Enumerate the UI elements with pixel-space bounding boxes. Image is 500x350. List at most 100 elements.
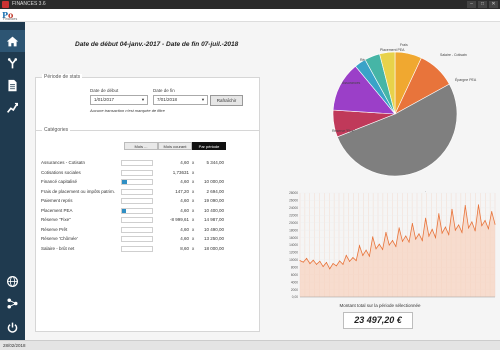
data-point[interactable] bbox=[325, 261, 327, 263]
data-point[interactable] bbox=[438, 213, 440, 215]
chevron-down-icon: ▼ bbox=[201, 97, 205, 102]
data-point[interactable] bbox=[309, 263, 311, 265]
y-tick-label: 28000 bbox=[289, 191, 298, 195]
data-point[interactable] bbox=[477, 204, 479, 206]
sidebar-item-quit[interactable] bbox=[0, 316, 25, 338]
data-point[interactable] bbox=[458, 224, 460, 226]
data-point[interactable] bbox=[332, 263, 334, 265]
data-point[interactable] bbox=[454, 229, 456, 231]
category-row[interactable]: Cotisations sociales 1,73631 x bbox=[41, 169, 251, 178]
category-row[interactable]: Réserve 'Chômée' 4,60 x 13 250,00 bbox=[41, 235, 251, 244]
data-point[interactable] bbox=[431, 228, 433, 230]
data-point[interactable] bbox=[484, 219, 486, 221]
data-point[interactable] bbox=[491, 211, 493, 213]
category-row[interactable]: Réserve Prêt 4,60 x 10 490,00 bbox=[41, 226, 251, 235]
category-row[interactable]: Assurances - Cotisatn 4,60 x 5 344,00 bbox=[41, 159, 251, 168]
data-point[interactable] bbox=[316, 263, 318, 265]
category-row[interactable]: Réserve "Fixe" -8 999,61 x 14 987,00 bbox=[41, 216, 251, 225]
chart-icon bbox=[6, 102, 19, 113]
category-multiplier: x bbox=[192, 169, 195, 175]
refresh-button[interactable]: Rafraîchir bbox=[210, 95, 243, 106]
data-point[interactable] bbox=[408, 241, 410, 243]
data-point[interactable] bbox=[342, 263, 344, 265]
data-point[interactable] bbox=[358, 245, 360, 247]
y-tick-label: 8000 bbox=[291, 265, 298, 269]
data-point[interactable] bbox=[355, 260, 357, 262]
category-row[interactable]: Placement PEA 4,60 x 10 400,00 bbox=[41, 207, 251, 216]
data-point[interactable] bbox=[401, 240, 403, 242]
data-point[interactable] bbox=[471, 221, 473, 223]
data-point[interactable] bbox=[312, 259, 314, 261]
category-progress-bar bbox=[121, 198, 153, 204]
sidebar-item-home[interactable] bbox=[0, 30, 25, 52]
data-point[interactable] bbox=[382, 248, 384, 250]
sidebar-item-stats[interactable] bbox=[0, 96, 25, 118]
data-point[interactable] bbox=[405, 235, 407, 237]
data-point[interactable] bbox=[339, 260, 341, 262]
data-point[interactable] bbox=[299, 260, 301, 262]
category-row[interactable]: Frais de placement ou impôts patrim. 147,… bbox=[41, 188, 251, 197]
category-row[interactable]: Paiement repris 4,60 x 19 090,00 bbox=[41, 197, 251, 206]
total-amount: 23 497,20 € bbox=[343, 312, 413, 329]
data-point[interactable] bbox=[494, 223, 496, 225]
data-point[interactable] bbox=[368, 255, 370, 257]
tab-month[interactable]: Mois ... bbox=[124, 142, 158, 150]
data-point[interactable] bbox=[365, 249, 367, 251]
tab-current-month[interactable]: Mois courant bbox=[158, 142, 192, 150]
data-point[interactable] bbox=[425, 217, 427, 219]
maximize-button[interactable]: □ bbox=[478, 1, 487, 8]
data-point[interactable] bbox=[421, 240, 423, 242]
start-date-picker[interactable]: 1/01/2017 ▼ bbox=[90, 95, 148, 105]
data-point[interactable] bbox=[322, 266, 324, 268]
close-button[interactable]: ✕ bbox=[489, 1, 498, 8]
data-point[interactable] bbox=[349, 260, 351, 262]
data-point[interactable] bbox=[329, 268, 331, 270]
data-point[interactable] bbox=[362, 254, 364, 256]
data-point[interactable] bbox=[451, 208, 453, 210]
category-row[interactable]: Financé capitalisé 4,60 x 10 000,00 bbox=[41, 178, 251, 187]
sidebar-item-connections[interactable] bbox=[0, 292, 25, 314]
data-point[interactable] bbox=[335, 265, 337, 267]
end-date-label: Date de fin bbox=[153, 88, 175, 93]
data-point[interactable] bbox=[302, 261, 304, 263]
tab-by-period[interactable]: Par période bbox=[192, 142, 226, 150]
data-point[interactable] bbox=[428, 235, 430, 237]
category-row[interactable]: Salaire - brût net 8,60 x 18 000,00 bbox=[41, 245, 251, 254]
data-point[interactable] bbox=[468, 227, 470, 229]
sidebar-item-documents[interactable] bbox=[0, 74, 25, 96]
data-point[interactable] bbox=[444, 226, 446, 228]
data-point[interactable] bbox=[388, 244, 390, 246]
data-point[interactable] bbox=[375, 248, 377, 250]
data-point[interactable] bbox=[487, 228, 489, 230]
data-point[interactable] bbox=[415, 238, 417, 240]
category-percent: -8 999,61 bbox=[169, 217, 189, 222]
data-point[interactable] bbox=[461, 231, 463, 233]
data-point[interactable] bbox=[345, 254, 347, 256]
data-point[interactable] bbox=[464, 205, 466, 207]
data-point[interactable] bbox=[435, 237, 437, 239]
data-point[interactable] bbox=[306, 257, 308, 259]
start-date-value: 1/01/2017 bbox=[94, 97, 115, 102]
data-point[interactable] bbox=[481, 225, 483, 227]
data-point[interactable] bbox=[418, 233, 420, 235]
data-point[interactable] bbox=[398, 227, 400, 229]
end-date-picker[interactable]: 7/01/2018 ▼ bbox=[153, 95, 208, 105]
data-point[interactable] bbox=[474, 230, 476, 232]
data-point[interactable] bbox=[448, 234, 450, 236]
period-panel-title: Période de stats bbox=[42, 74, 83, 80]
category-multiplier: x bbox=[192, 179, 195, 184]
minimize-button[interactable]: – bbox=[467, 1, 476, 8]
data-point[interactable] bbox=[385, 231, 387, 233]
data-point[interactable] bbox=[352, 257, 354, 259]
data-point[interactable] bbox=[319, 260, 321, 262]
sidebar-item-branch[interactable] bbox=[0, 52, 25, 74]
y-tick-label: 22000 bbox=[289, 213, 298, 217]
data-point[interactable] bbox=[441, 232, 443, 234]
sidebar-item-web[interactable] bbox=[0, 270, 25, 292]
data-point[interactable] bbox=[378, 243, 380, 245]
data-point[interactable] bbox=[395, 245, 397, 247]
data-point[interactable] bbox=[411, 222, 413, 224]
category-pie-chart: Salaire - CotisatnÉpargne PEALoyerRéserv… bbox=[290, 42, 500, 195]
data-point[interactable] bbox=[392, 240, 394, 242]
data-point[interactable] bbox=[372, 236, 374, 238]
